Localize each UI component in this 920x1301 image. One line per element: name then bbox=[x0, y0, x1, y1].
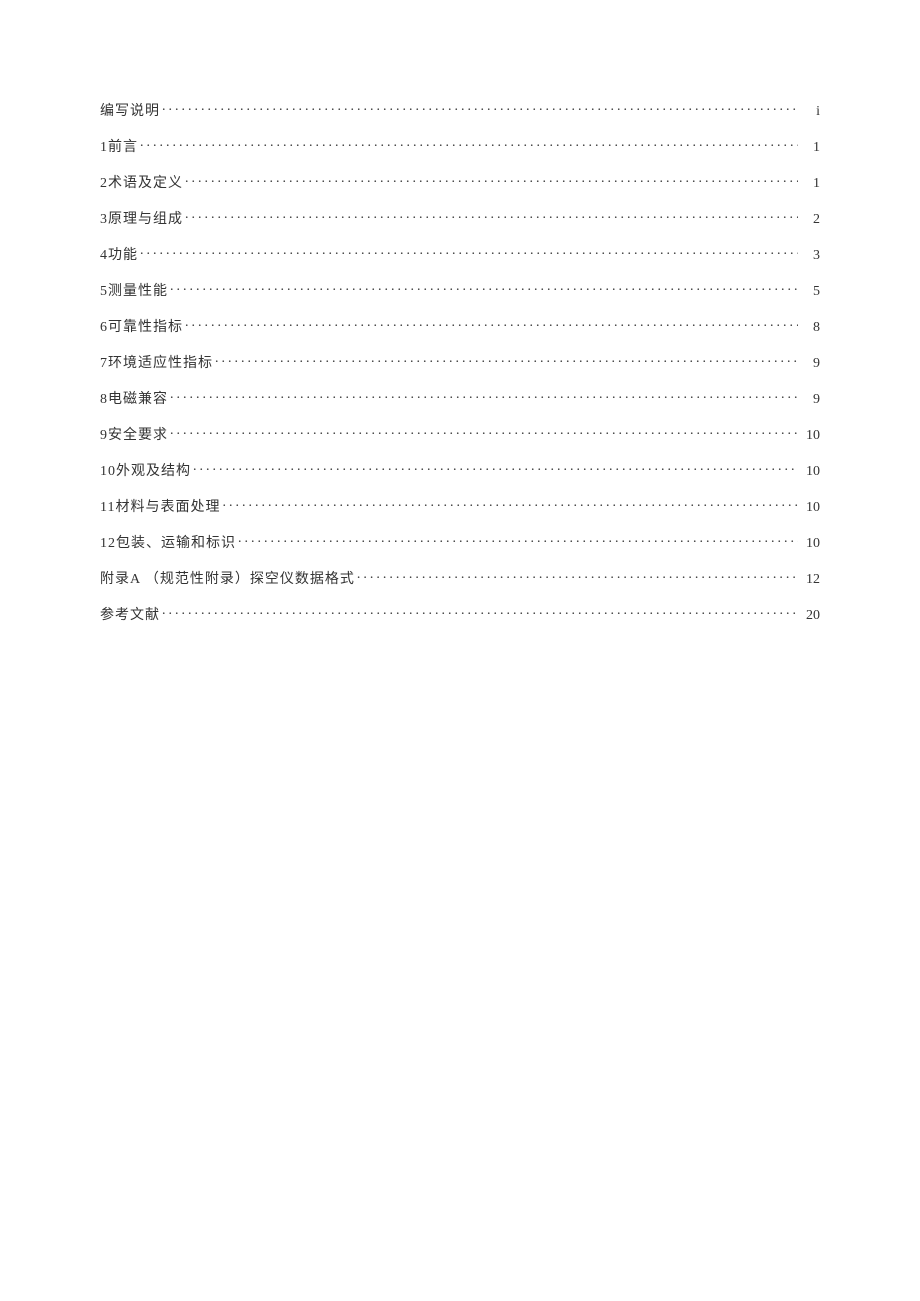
toc-label: 6可靠性指标 bbox=[100, 316, 183, 336]
toc-label: 2术语及定义 bbox=[100, 172, 183, 192]
toc-leader-dots bbox=[357, 569, 798, 583]
toc-label: 11材料与表面处理 bbox=[100, 496, 220, 516]
toc-entry: 参考文献 20 bbox=[100, 604, 820, 624]
toc-label: 9安全要求 bbox=[100, 424, 168, 444]
toc-page-number: i bbox=[800, 104, 820, 120]
toc-page-number: 9 bbox=[800, 392, 820, 408]
toc-leader-dots bbox=[162, 605, 798, 619]
toc-page-number: 1 bbox=[800, 140, 820, 156]
toc-page-number: 1 bbox=[800, 176, 820, 192]
toc-label: 8电磁兼容 bbox=[100, 388, 168, 408]
toc-page-number: 9 bbox=[800, 356, 820, 372]
toc-entry: 11材料与表面处理 10 bbox=[100, 496, 820, 516]
toc-entry: 12包装、运输和标识 10 bbox=[100, 532, 820, 552]
toc-entry: 7环境适应性指标 9 bbox=[100, 352, 820, 372]
toc-page-number: 10 bbox=[800, 428, 820, 444]
toc-leader-dots bbox=[185, 317, 798, 331]
toc-page-number: 8 bbox=[800, 320, 820, 336]
toc-label: 3原理与组成 bbox=[100, 208, 183, 228]
toc-leader-dots bbox=[193, 461, 798, 475]
toc-page-number: 2 bbox=[800, 212, 820, 228]
toc-label: 参考文献 bbox=[100, 604, 160, 624]
table-of-contents: 编写说明 i 1前言 1 2术语及定义 1 3原理与组成 2 4功能 3 5测量… bbox=[100, 100, 820, 624]
toc-page-number: 10 bbox=[800, 536, 820, 552]
toc-page-number: 3 bbox=[800, 248, 820, 264]
toc-entry: 编写说明 i bbox=[100, 100, 820, 120]
toc-page-number: 10 bbox=[800, 500, 820, 516]
toc-leader-dots bbox=[170, 389, 798, 403]
toc-entry: 8电磁兼容 9 bbox=[100, 388, 820, 408]
toc-entry: 6可靠性指标 8 bbox=[100, 316, 820, 336]
toc-page-number: 10 bbox=[800, 464, 820, 480]
toc-entry: 2术语及定义 1 bbox=[100, 172, 820, 192]
toc-entry: 4功能 3 bbox=[100, 244, 820, 264]
toc-label: 12包装、运输和标识 bbox=[100, 532, 236, 552]
toc-leader-dots bbox=[140, 137, 798, 151]
toc-label: 7环境适应性指标 bbox=[100, 352, 213, 372]
toc-leader-dots bbox=[215, 353, 798, 367]
toc-page-number: 12 bbox=[800, 572, 820, 588]
toc-label: 编写说明 bbox=[100, 100, 160, 120]
toc-leader-dots bbox=[222, 497, 798, 511]
toc-label: 10外观及结构 bbox=[100, 460, 191, 480]
toc-entry: 1前言 1 bbox=[100, 136, 820, 156]
toc-leader-dots bbox=[140, 245, 798, 259]
toc-leader-dots bbox=[185, 209, 798, 223]
toc-entry: 10外观及结构 10 bbox=[100, 460, 820, 480]
toc-entry: 3原理与组成 2 bbox=[100, 208, 820, 228]
toc-page-number: 5 bbox=[800, 284, 820, 300]
toc-label: 5测量性能 bbox=[100, 280, 168, 300]
toc-leader-dots bbox=[170, 425, 798, 439]
toc-label: 4功能 bbox=[100, 244, 138, 264]
toc-leader-dots bbox=[238, 533, 798, 547]
toc-leader-dots bbox=[162, 101, 798, 115]
toc-entry: 9安全要求 10 bbox=[100, 424, 820, 444]
toc-entry: 5测量性能 5 bbox=[100, 280, 820, 300]
toc-page-number: 20 bbox=[800, 608, 820, 624]
toc-entry: 附录A （规范性附录）探空仪数据格式 12 bbox=[100, 568, 820, 588]
toc-label: 1前言 bbox=[100, 136, 138, 156]
toc-label: 附录A （规范性附录）探空仪数据格式 bbox=[100, 568, 355, 588]
toc-leader-dots bbox=[170, 281, 798, 295]
toc-leader-dots bbox=[185, 173, 798, 187]
